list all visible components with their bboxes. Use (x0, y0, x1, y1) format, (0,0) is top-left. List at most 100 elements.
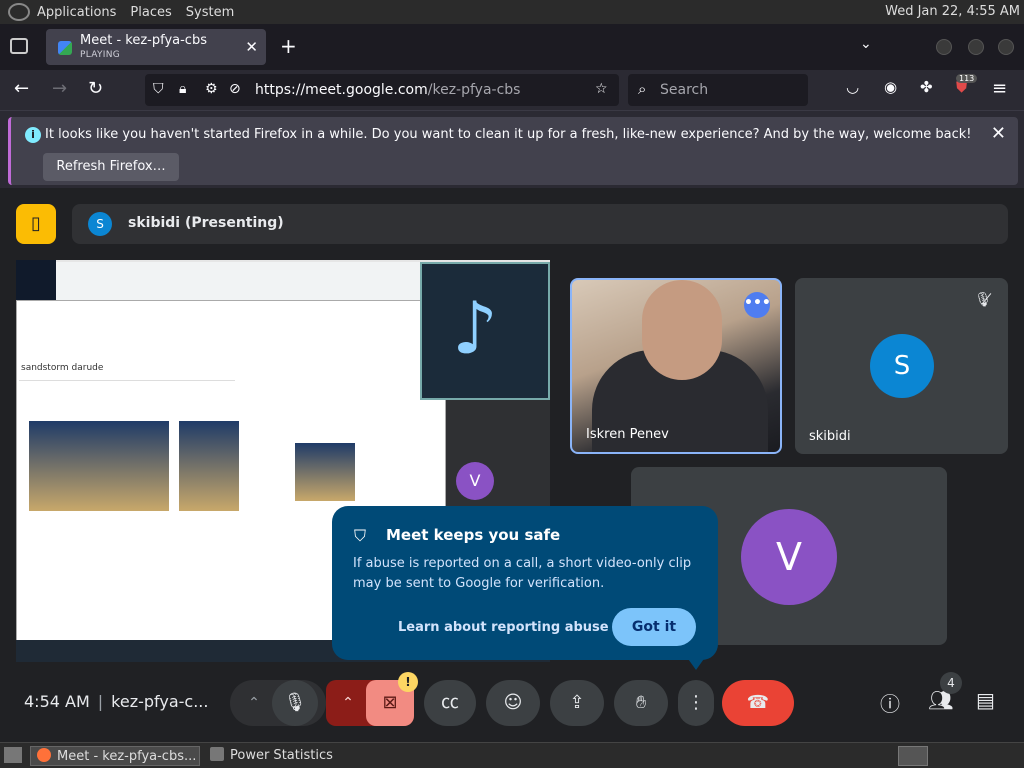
autoplay-blocked-icon[interactable]: ⊘ (229, 81, 241, 97)
close-notification-icon[interactable]: ✕ (991, 123, 1006, 144)
shared-music-player: ♪ (420, 262, 550, 400)
taskbar-item-label: Meet - kez-pfya-cbs... (57, 749, 197, 764)
extension-count-badge: 113 (956, 74, 978, 83)
participant-tile-iskren[interactable]: ••• Iskren Penev (570, 278, 782, 454)
raise-hand-button[interactable]: ✋︎ (614, 680, 668, 726)
microphone-button[interactable]: 🎙︎ (272, 680, 318, 726)
leave-call-button[interactable]: ☎︎ (722, 680, 794, 726)
back-arrow-icon[interactable]: ← (14, 78, 29, 99)
info-icon: i (25, 127, 41, 143)
bookmark-star-icon[interactable]: ☆ (595, 81, 608, 97)
close-tab-icon[interactable]: ✕ (245, 38, 258, 56)
taskbar-item-meet[interactable]: Meet - kez-pfya-cbs... (30, 746, 200, 766)
video-feed-face (642, 280, 722, 380)
meeting-code: kez-pfya-c... (111, 692, 209, 711)
taskbar-item-label: Power Statistics (230, 748, 333, 763)
meet-favicon-icon (58, 41, 72, 55)
participant-name: skibidi (809, 429, 851, 444)
participant-name: Iskren Penev (586, 427, 669, 442)
popup-body: If abuse is reported on a call, a short … (353, 556, 692, 591)
url-text[interactable]: https://meet.google.com/kez-pfya-cbs (255, 82, 520, 98)
notification-box: i It looks like you haven't started Fire… (8, 117, 1018, 185)
meet-page: ▯ S skibidi (Presenting) sandstorm darud… (0, 188, 1024, 742)
meet-companion-icon[interactable]: ▯ (16, 204, 56, 244)
list-tabs-chevron-icon[interactable]: ⌄ (860, 36, 872, 52)
menu-system[interactable]: System (179, 5, 241, 20)
reload-icon[interactable]: ↻ (88, 78, 103, 99)
mic-off-icon: 🎙︎̸ (974, 292, 992, 308)
shared-search-box: sandstorm darude (19, 357, 235, 381)
browser-tab-bar: Meet - kez-pfya-cbs PLAYING ✕ + ⌄ (0, 24, 1024, 70)
separator: | (97, 692, 104, 711)
tab-title: Meet - kez-pfya-cbs (80, 33, 207, 48)
refresh-firefox-notification: i It looks like you haven't started Fire… (0, 110, 1024, 188)
meeting-time: 4:54 AM (24, 692, 90, 711)
shared-avatar-v: V (456, 462, 494, 500)
present-screen-button[interactable]: ⇪ (550, 680, 604, 726)
shield-icon: ⛉ (354, 526, 367, 545)
shield-icon[interactable]: ⛉ (153, 81, 164, 97)
address-bar[interactable]: ⛉ 🔒︎ ⚙︎ ⊘ https://meet.google.com/kez-pf… (145, 74, 619, 106)
tab-meet[interactable]: Meet - kez-pfya-cbs PLAYING ✕ (46, 29, 266, 65)
participant-tile-skibidi[interactable]: 🎙︎̸ S skibidi (795, 278, 1008, 454)
desktop-taskbar: Meet - kez-pfya-cbs... Power Statistics (0, 742, 1024, 768)
permissions-icon[interactable]: ⚙︎ (205, 81, 218, 97)
meeting-details: 4:54 AM | kez-pfya-c... (24, 692, 208, 711)
captions-button[interactable]: ㏄ (424, 680, 476, 726)
shared-wiki-thumbnail (295, 443, 355, 501)
presenting-banner[interactable]: S skibidi (Presenting) (72, 204, 1008, 244)
camera-warning-icon: ! (398, 672, 418, 692)
distro-logo-icon[interactable] (8, 3, 30, 21)
pocket-icon[interactable]: ◡ (846, 78, 859, 96)
meet-safety-popup: ⛉ Meet keeps you safe If abuse is report… (332, 506, 718, 670)
search-placeholder: Search (660, 82, 709, 98)
menu-places[interactable]: Places (123, 5, 178, 20)
menu-applications[interactable]: Applications (30, 5, 123, 20)
workspace-switcher[interactable] (898, 746, 928, 766)
music-note-icon: ♪ (452, 286, 498, 370)
maximize-window-button[interactable] (968, 39, 984, 55)
participant-avatar: S (870, 334, 934, 398)
panel-clock[interactable]: Wed Jan 22, 4:55 AM (885, 4, 1020, 19)
audio-options-chevron-icon[interactable]: ⌃ (234, 680, 274, 726)
close-window-button[interactable] (998, 39, 1014, 55)
popup-title: Meet keeps you safe (386, 526, 561, 544)
popup-pointer (686, 656, 706, 670)
hamburger-menu-icon[interactable]: ≡ (992, 78, 1007, 99)
shared-image-thumbnail (179, 421, 239, 511)
got-it-button[interactable]: Got it (612, 608, 696, 646)
taskbar-item-power-statistics[interactable]: Power Statistics (204, 746, 374, 766)
emoji-reactions-button[interactable]: ☺ (486, 680, 540, 726)
participant-count-badge: 4 (940, 672, 962, 694)
meeting-info-icon[interactable]: ⓘ (880, 688, 900, 717)
notification-message: It looks like you haven't started Firefo… (45, 127, 972, 142)
search-icon: ⌕ (638, 80, 647, 98)
show-desktop-icon[interactable] (4, 747, 22, 763)
desktop-top-panel: Applications Places System Wed Jan 22, 4… (0, 0, 1024, 24)
more-options-button[interactable]: ⋮ (678, 680, 714, 726)
power-statistics-icon (210, 747, 224, 761)
shared-video-thumbnail (29, 421, 169, 511)
search-bar[interactable]: ⌕ Search (628, 74, 808, 106)
forward-arrow-icon[interactable]: → (52, 78, 67, 99)
extensions-puzzle-icon[interactable]: ✤ (920, 78, 933, 96)
chat-icon[interactable]: ▤ (976, 688, 995, 712)
refresh-firefox-button[interactable]: Refresh Firefox… (43, 153, 179, 181)
presenter-avatar: S (88, 212, 112, 236)
presenting-label: skibidi (Presenting) (128, 215, 284, 231)
meet-control-bar: 4:54 AM | kez-pfya-c... ⌃ 🎙︎ ⌃ ⊠ ! ㏄ ☺ ⇪ ✋… (0, 672, 1024, 728)
browser-nav-bar: ← → ↻ ⛉ 🔒︎ ⚙︎ ⊘ https://meet.google.com/… (0, 70, 1024, 110)
video-options-chevron-icon[interactable]: ⌃ (328, 680, 368, 726)
lock-icon[interactable]: 🔒︎ (179, 81, 186, 97)
more-options-icon[interactable]: ••• (744, 292, 771, 318)
participant-avatar: V (741, 509, 837, 605)
url-host: https://meet.google.com (255, 82, 428, 98)
firefox-view-icon[interactable] (10, 38, 28, 54)
account-icon[interactable]: ◉ (884, 78, 897, 96)
learn-reporting-link[interactable]: Learn about reporting abuse (398, 620, 609, 635)
tab-playing-label[interactable]: PLAYING (80, 50, 120, 60)
shared-browser-window (56, 262, 436, 302)
minimize-window-button[interactable] (936, 39, 952, 55)
new-tab-button[interactable]: + (280, 34, 297, 58)
url-path: /kez-pfya-cbs (427, 82, 521, 98)
